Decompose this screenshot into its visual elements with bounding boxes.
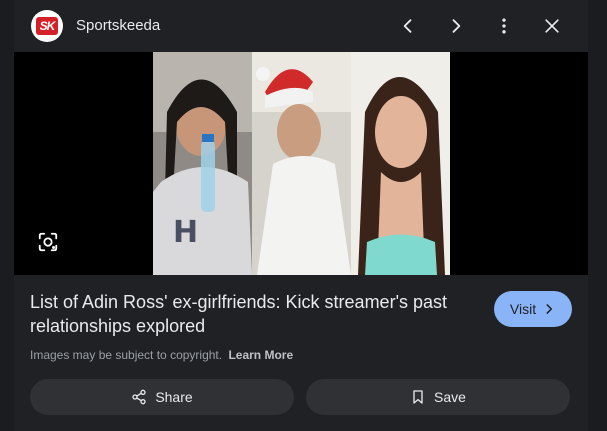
- chevron-right-icon: [546, 304, 553, 314]
- copyright-notice: Images may be subject to copyright. Lear…: [30, 348, 293, 362]
- share-button[interactable]: Share: [30, 379, 294, 415]
- sportskeeda-logo-icon: SK: [36, 17, 58, 35]
- save-label: Save: [434, 389, 466, 405]
- share-icon: [132, 389, 146, 405]
- chevron-right-icon: [452, 19, 461, 33]
- svg-text:H: H: [173, 215, 198, 250]
- visit-label: Visit: [509, 301, 537, 317]
- google-lens-icon: [38, 232, 58, 252]
- close-button[interactable]: [540, 14, 564, 38]
- chevron-left-icon: [403, 19, 412, 33]
- save-button[interactable]: Save: [306, 379, 570, 415]
- google-lens-button[interactable]: [36, 230, 60, 254]
- more-vertical-icon: [502, 18, 506, 34]
- preview-image[interactable]: H: [153, 52, 450, 275]
- result-title[interactable]: List of Adin Ross' ex-girlfriends: Kick …: [30, 290, 470, 338]
- collage-photo: H: [153, 52, 450, 275]
- site-logo[interactable]: SK: [31, 10, 63, 42]
- copyright-text: Images may be subject to copyright.: [30, 348, 223, 362]
- more-options-button[interactable]: [492, 14, 516, 38]
- image-preview-panel: SK Sportskeeda H List of Adin Ross' ex-g…: [14, 0, 588, 431]
- image-viewer: H: [14, 52, 588, 275]
- learn-more-link[interactable]: Learn More: [228, 348, 293, 362]
- bookmark-icon: [413, 390, 423, 404]
- previous-button[interactable]: [396, 14, 420, 38]
- visit-button[interactable]: Visit: [494, 291, 572, 327]
- preview-header: SK Sportskeeda: [14, 0, 588, 52]
- share-label: Share: [155, 389, 193, 405]
- next-button[interactable]: [444, 14, 468, 38]
- close-icon: [545, 19, 559, 33]
- site-name[interactable]: Sportskeeda: [76, 17, 160, 34]
